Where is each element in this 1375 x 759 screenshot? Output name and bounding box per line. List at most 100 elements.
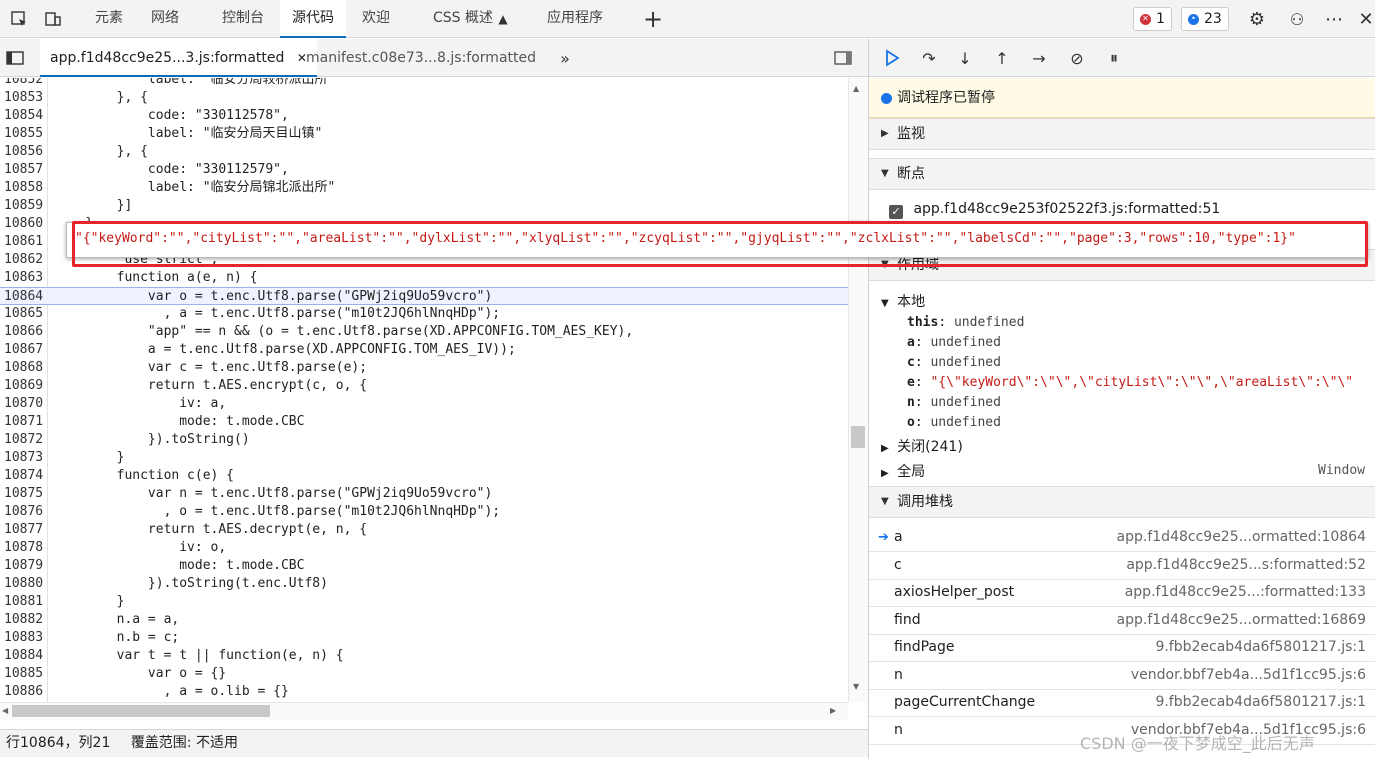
tab-welcome[interactable]: 欢迎 — [352, 0, 400, 38]
code-line[interactable]: 10881 } — [0, 593, 848, 611]
editor-vertical-scrollbar[interactable]: ▲ ▼ — [848, 78, 868, 702]
scroll-left-icon[interactable]: ◀ — [2, 706, 8, 715]
code-line[interactable]: 10854 code: "330112578", — [0, 107, 848, 125]
code-line[interactable]: 10880 }).toString(t.enc.Utf8) — [0, 575, 848, 593]
line-number[interactable]: 10877 — [4, 521, 46, 539]
file-tab-manifest-js[interactable]: manifest.c08e73...8.js:formatted — [296, 39, 546, 77]
code-line[interactable]: 10878 iv: o, — [0, 539, 848, 557]
code-line[interactable]: 10863 function a(e, n) { — [0, 269, 848, 287]
line-number[interactable]: 10863 — [4, 269, 46, 287]
toggle-debugger-icon[interactable] — [832, 47, 854, 69]
code-line[interactable]: 10876 , o = t.enc.Utf8.parse("m10t2JQ6hl… — [0, 503, 848, 521]
resume-icon[interactable] — [880, 47, 904, 69]
frame-location[interactable]: vendor.bbf7eb4a...5d1f1cc95.js:6 — [1131, 662, 1366, 689]
customize-icon[interactable]: ⚇ — [1286, 8, 1308, 30]
tab-console[interactable]: 控制台 — [212, 0, 274, 38]
code-editor[interactable]: 10852 label: "临安分局较桥派出所" 10853 }, {10854 … — [0, 78, 848, 702]
scope-variable[interactable]: o: undefined — [869, 413, 1375, 433]
tab-application[interactable]: 应用程序 — [536, 0, 614, 38]
device-emulation-icon[interactable] — [42, 8, 64, 30]
deactivate-breakpoints-icon[interactable]: ⊘ — [1065, 47, 1089, 69]
code-line[interactable]: 10877 return t.AES.decrypt(e, n, { — [0, 521, 848, 539]
code-line[interactable]: 10885 var o = {} — [0, 665, 848, 683]
more-options-icon[interactable]: ⋯ — [1323, 8, 1345, 30]
line-number[interactable]: 10878 — [4, 539, 46, 557]
message-count-badge[interactable]: • 23 — [1181, 7, 1229, 31]
line-number[interactable]: 10879 — [4, 557, 46, 575]
code-line[interactable]: 10882 n.a = a, — [0, 611, 848, 629]
line-number[interactable]: 10870 — [4, 395, 46, 413]
line-number[interactable]: 10880 — [4, 575, 46, 593]
line-number[interactable]: 10856 — [4, 143, 46, 161]
watch-section-header[interactable]: ▶ 监视 — [869, 118, 1375, 150]
tab-network[interactable]: 网络 — [140, 0, 190, 38]
editor-horizontal-scroll-thumb[interactable] — [12, 705, 270, 717]
code-line[interactable]: 10856 }, { — [0, 143, 848, 161]
code-line[interactable]: 10864 var o = t.enc.Utf8.parse("GPWj2iq9… — [0, 287, 848, 305]
code-line[interactable]: 10852 label: "临安分局较桥派出所" — [0, 78, 848, 89]
scope-local-header[interactable]: ▼ 本地 — [881, 291, 925, 311]
code-line[interactable]: 10886 , a = o.lib = {} — [0, 683, 848, 701]
line-number[interactable]: 10866 — [4, 323, 46, 341]
inspect-element-icon[interactable] — [8, 8, 30, 30]
scope-closure-header[interactable]: ▶ 关闭(241) — [881, 436, 963, 456]
frame-location[interactable]: app.f1d48cc9e25...s:formatted:52 — [1126, 552, 1366, 579]
code-line[interactable]: 10853 }, { — [0, 89, 848, 107]
line-number[interactable]: 10864 — [4, 288, 46, 306]
line-number[interactable]: 10883 — [4, 629, 46, 647]
step-over-icon[interactable]: ↷ — [917, 47, 941, 69]
line-number[interactable]: 10884 — [4, 647, 46, 665]
line-number[interactable]: 10862 — [4, 251, 46, 269]
code-line[interactable]: 10874 function c(e) { — [0, 467, 848, 485]
frame-location[interactable]: 9.fbb2ecab4da6f5801217.js:1 — [1155, 634, 1366, 661]
call-frame[interactable]: pageCurrentChange 9.fbb2ecab4da6f5801217.… — [869, 689, 1375, 717]
code-line[interactable]: 10875 var n = t.enc.Utf8.parse("GPWj2iq9… — [0, 485, 848, 503]
callstack-section-header[interactable]: ▼ 调用堆栈 — [869, 486, 1375, 518]
breakpoints-section-header[interactable]: ▼ 断点 — [869, 158, 1375, 190]
code-line[interactable]: 10866 "app" == n && (o = t.enc.Utf8.pars… — [0, 323, 848, 341]
line-number[interactable]: 10855 — [4, 125, 46, 143]
line-number[interactable]: 10852 — [4, 78, 46, 89]
line-number[interactable]: 10882 — [4, 611, 46, 629]
code-line[interactable]: 10857 code: "330112579", — [0, 161, 848, 179]
code-line[interactable]: 10868 var c = t.enc.Utf8.parse(e); — [0, 359, 848, 377]
scope-variable[interactable]: n: undefined — [869, 393, 1375, 413]
call-frame[interactable]: find app.f1d48cc9e25...ormatted:16869 — [869, 607, 1375, 635]
line-number[interactable]: 10874 — [4, 467, 46, 485]
code-line[interactable]: 10879 mode: t.mode.CBC — [0, 557, 848, 575]
call-frame[interactable]: findPage 9.fbb2ecab4da6f5801217.js:1 — [869, 634, 1375, 662]
frame-location[interactable]: app.f1d48cc9e25...ormatted:16869 — [1117, 607, 1366, 634]
scope-variable[interactable]: a: undefined — [869, 333, 1375, 353]
scope-variable[interactable]: c: undefined — [869, 353, 1375, 373]
frame-location[interactable]: 9.fbb2ecab4da6f5801217.js:1 — [1155, 689, 1366, 716]
code-line[interactable]: 10867 a = t.enc.Utf8.parse(XD.APPCONFIG.… — [0, 341, 848, 359]
line-number[interactable]: 10858 — [4, 179, 46, 197]
scroll-up-icon[interactable]: ▲ — [853, 84, 859, 93]
line-number[interactable]: 10868 — [4, 359, 46, 377]
line-number[interactable]: 10876 — [4, 503, 46, 521]
tab-css-overview[interactable]: CSS 概述 — [424, 0, 502, 38]
scroll-right-icon[interactable]: ▶ — [830, 706, 836, 715]
call-frame[interactable]: c app.f1d48cc9e25...s:formatted:52 — [869, 552, 1375, 580]
line-number[interactable]: 10867 — [4, 341, 46, 359]
call-frame[interactable]: ➔ a app.f1d48cc9e25...ormatted:10864 — [869, 524, 1375, 552]
code-line[interactable]: 10870 iv: a, — [0, 395, 848, 413]
more-tabs-icon[interactable]: » — [554, 47, 576, 69]
line-number[interactable]: 10865 — [4, 305, 46, 323]
scope-global-header[interactable]: ▶ 全局 — [881, 461, 925, 481]
code-line[interactable]: 10883 n.b = c; — [0, 629, 848, 647]
scope-variable[interactable]: this: undefined — [869, 313, 1375, 333]
frame-location[interactable]: app.f1d48cc9e25...:formatted:133 — [1125, 579, 1366, 606]
line-number[interactable]: 10886 — [4, 683, 46, 701]
call-frame[interactable]: n vendor.bbf7eb4a...5d1f1cc95.js:6 — [869, 662, 1375, 690]
close-icon[interactable]: ✕ — [1355, 8, 1375, 30]
code-line[interactable]: 10884 var t = t || function(e, n) { — [0, 647, 848, 665]
line-number[interactable]: 10869 — [4, 377, 46, 395]
checkbox-checked-icon[interactable]: ✓ — [889, 205, 903, 219]
breakpoint-item[interactable]: ✓ app.f1d48cc9e253f02522f3.js:formatted:… — [889, 201, 1220, 219]
line-number[interactable]: 10885 — [4, 665, 46, 683]
file-tab-app-js[interactable]: app.f1d48cc9e25...3.js:formatted ✕ — [40, 39, 317, 77]
code-line[interactable]: 10871 mode: t.mode.CBC — [0, 413, 848, 431]
code-line[interactable]: 10872 }).toString() — [0, 431, 848, 449]
line-number[interactable]: 10873 — [4, 449, 46, 467]
